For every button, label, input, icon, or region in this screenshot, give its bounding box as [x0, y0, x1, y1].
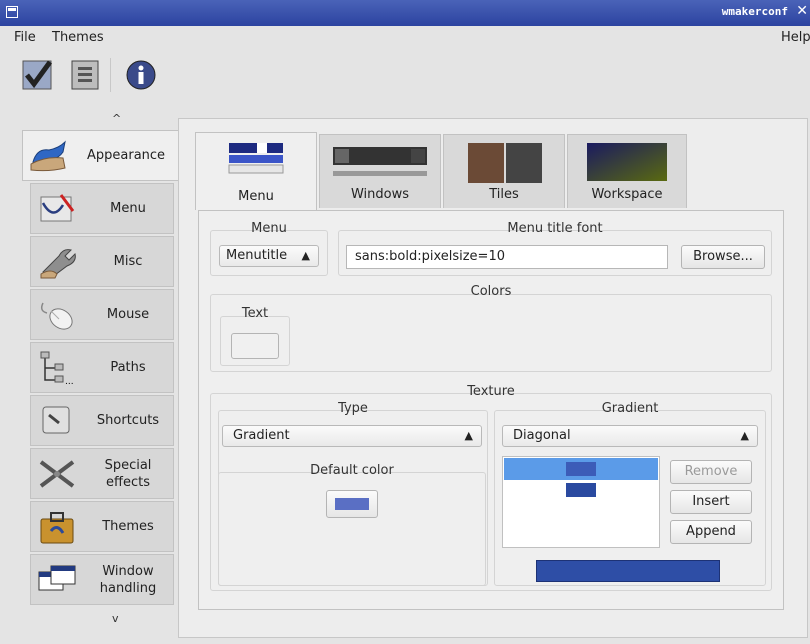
apply-button[interactable]: [20, 58, 54, 92]
menu-select-value: Menutitle: [226, 248, 288, 263]
menu-select[interactable]: Menutitle ▲︎: [219, 245, 319, 267]
sidebar-scroll-up-icon[interactable]: ^: [112, 112, 121, 125]
spin-icon: ▲︎: [301, 249, 310, 262]
sidebar-item-window-handling[interactable]: Window handling: [30, 554, 174, 605]
default-color-button[interactable]: [326, 490, 378, 518]
font-input[interactable]: sans:bold:pixelsize=10: [346, 245, 668, 269]
menu-stethoscope-icon: [40, 194, 75, 222]
gradient-color-list[interactable]: [502, 456, 660, 548]
sidebar-item-label: Shortcuts: [96, 413, 160, 428]
menu-bar: File Themes Help: [0, 26, 810, 50]
sidebar-item-shortcuts[interactable]: Shortcuts: [30, 395, 174, 446]
font-group-title: Menu title font: [507, 221, 603, 236]
tab-label: Tiles: [489, 187, 519, 202]
tab-menu[interactable]: Menu: [195, 132, 317, 210]
sidebar-item-misc[interactable]: Misc: [30, 236, 174, 287]
tab-label: Menu: [238, 189, 274, 204]
append-button[interactable]: Append: [670, 520, 752, 544]
paths-tree-icon: ...: [40, 351, 74, 386]
svg-text:...: ...: [65, 377, 74, 386]
info-button[interactable]: [124, 58, 158, 92]
sidebar-item-label: Menu: [110, 201, 146, 216]
browse-button[interactable]: Browse...: [681, 245, 765, 269]
checkmark-icon: [22, 60, 53, 90]
text-color-label: Text: [241, 306, 269, 321]
shortcuts-icon: [42, 406, 70, 434]
sidebar: ^ Appearance Menu Misc Mouse ... Paths S…: [22, 112, 178, 632]
list-item[interactable]: [504, 458, 658, 480]
sidebar-item-appearance[interactable]: Appearance: [22, 130, 178, 181]
window-menu-icon[interactable]: [6, 6, 18, 18]
spin-icon: ▲︎: [740, 429, 749, 442]
colors-group-title: Colors: [470, 284, 512, 299]
sidebar-item-special-effects[interactable]: Special effects: [30, 448, 174, 499]
tab-label: Windows: [350, 187, 410, 202]
insert-button[interactable]: Insert: [670, 490, 752, 514]
tiles-preview-icon: [468, 143, 542, 183]
toolbar-separator: [110, 58, 111, 92]
type-select[interactable]: Gradient ▲︎: [222, 425, 482, 447]
title-bar: wmakerconf ✕: [0, 0, 810, 26]
gradient-select-value: Diagonal: [513, 428, 571, 443]
sidebar-item-paths[interactable]: ... Paths: [30, 342, 174, 393]
default-color-title: Default color: [310, 463, 394, 478]
tab-tiles[interactable]: Tiles: [443, 134, 565, 208]
menu-help[interactable]: Help: [781, 30, 810, 45]
menu-group-title: Menu: [251, 221, 287, 236]
revert-button[interactable]: [68, 58, 102, 92]
gradient-color-swatch: [566, 483, 596, 497]
tab-label: Workspace: [591, 187, 663, 202]
menu-preview-icon: [228, 143, 284, 174]
menu-file[interactable]: File: [14, 30, 36, 45]
windows-preview-icon: [333, 147, 427, 176]
mouse-icon: [40, 302, 73, 330]
gradient-color-swatch: [566, 462, 596, 476]
gradient-group-title: Gradient: [601, 401, 659, 416]
type-group-title: Type: [338, 401, 368, 416]
colors-group: [210, 294, 772, 372]
sidebar-item-menu[interactable]: Menu: [30, 183, 174, 234]
window-title: wmakerconf: [721, 5, 788, 18]
tab-workspace[interactable]: Workspace: [567, 134, 687, 208]
appearance-hand-icon: [30, 140, 66, 172]
themes-briefcase-icon: [40, 512, 74, 544]
sidebar-item-label: Special effects: [104, 457, 152, 490]
sidebar-item-label: Misc: [113, 254, 143, 269]
sidebar-item-label: Mouse: [106, 307, 150, 322]
sidebar-item-mouse[interactable]: Mouse: [30, 289, 174, 340]
spin-icon: ▲︎: [464, 429, 473, 442]
default-color-swatch: [335, 498, 369, 510]
special-effects-icon: [39, 460, 75, 488]
sidebar-item-label: Window handling: [99, 563, 157, 596]
gradient-preview: [536, 560, 720, 582]
window-handling-icon: [38, 565, 76, 591]
sidebar-item-themes[interactable]: Themes: [30, 501, 174, 552]
misc-wrench-icon: [40, 249, 76, 279]
texture-group-title: Texture: [467, 384, 515, 399]
document-icon: [71, 60, 99, 90]
sidebar-scroll-down-icon[interactable]: v: [112, 612, 119, 625]
remove-button[interactable]: Remove: [670, 460, 752, 484]
text-color-swatch[interactable]: [231, 333, 279, 359]
menu-themes[interactable]: Themes: [52, 30, 104, 45]
sidebar-item-label: Themes: [102, 519, 154, 534]
sidebar-item-label: Paths: [110, 360, 146, 375]
gradient-select[interactable]: Diagonal ▲︎: [502, 425, 758, 447]
type-select-value: Gradient: [233, 428, 290, 443]
list-item[interactable]: [504, 481, 658, 501]
info-icon: [126, 60, 156, 90]
close-icon[interactable]: ✕: [796, 3, 808, 19]
tab-windows[interactable]: Windows: [319, 134, 441, 208]
workspace-preview-icon: [587, 143, 667, 181]
sidebar-item-label: Appearance: [87, 148, 166, 163]
